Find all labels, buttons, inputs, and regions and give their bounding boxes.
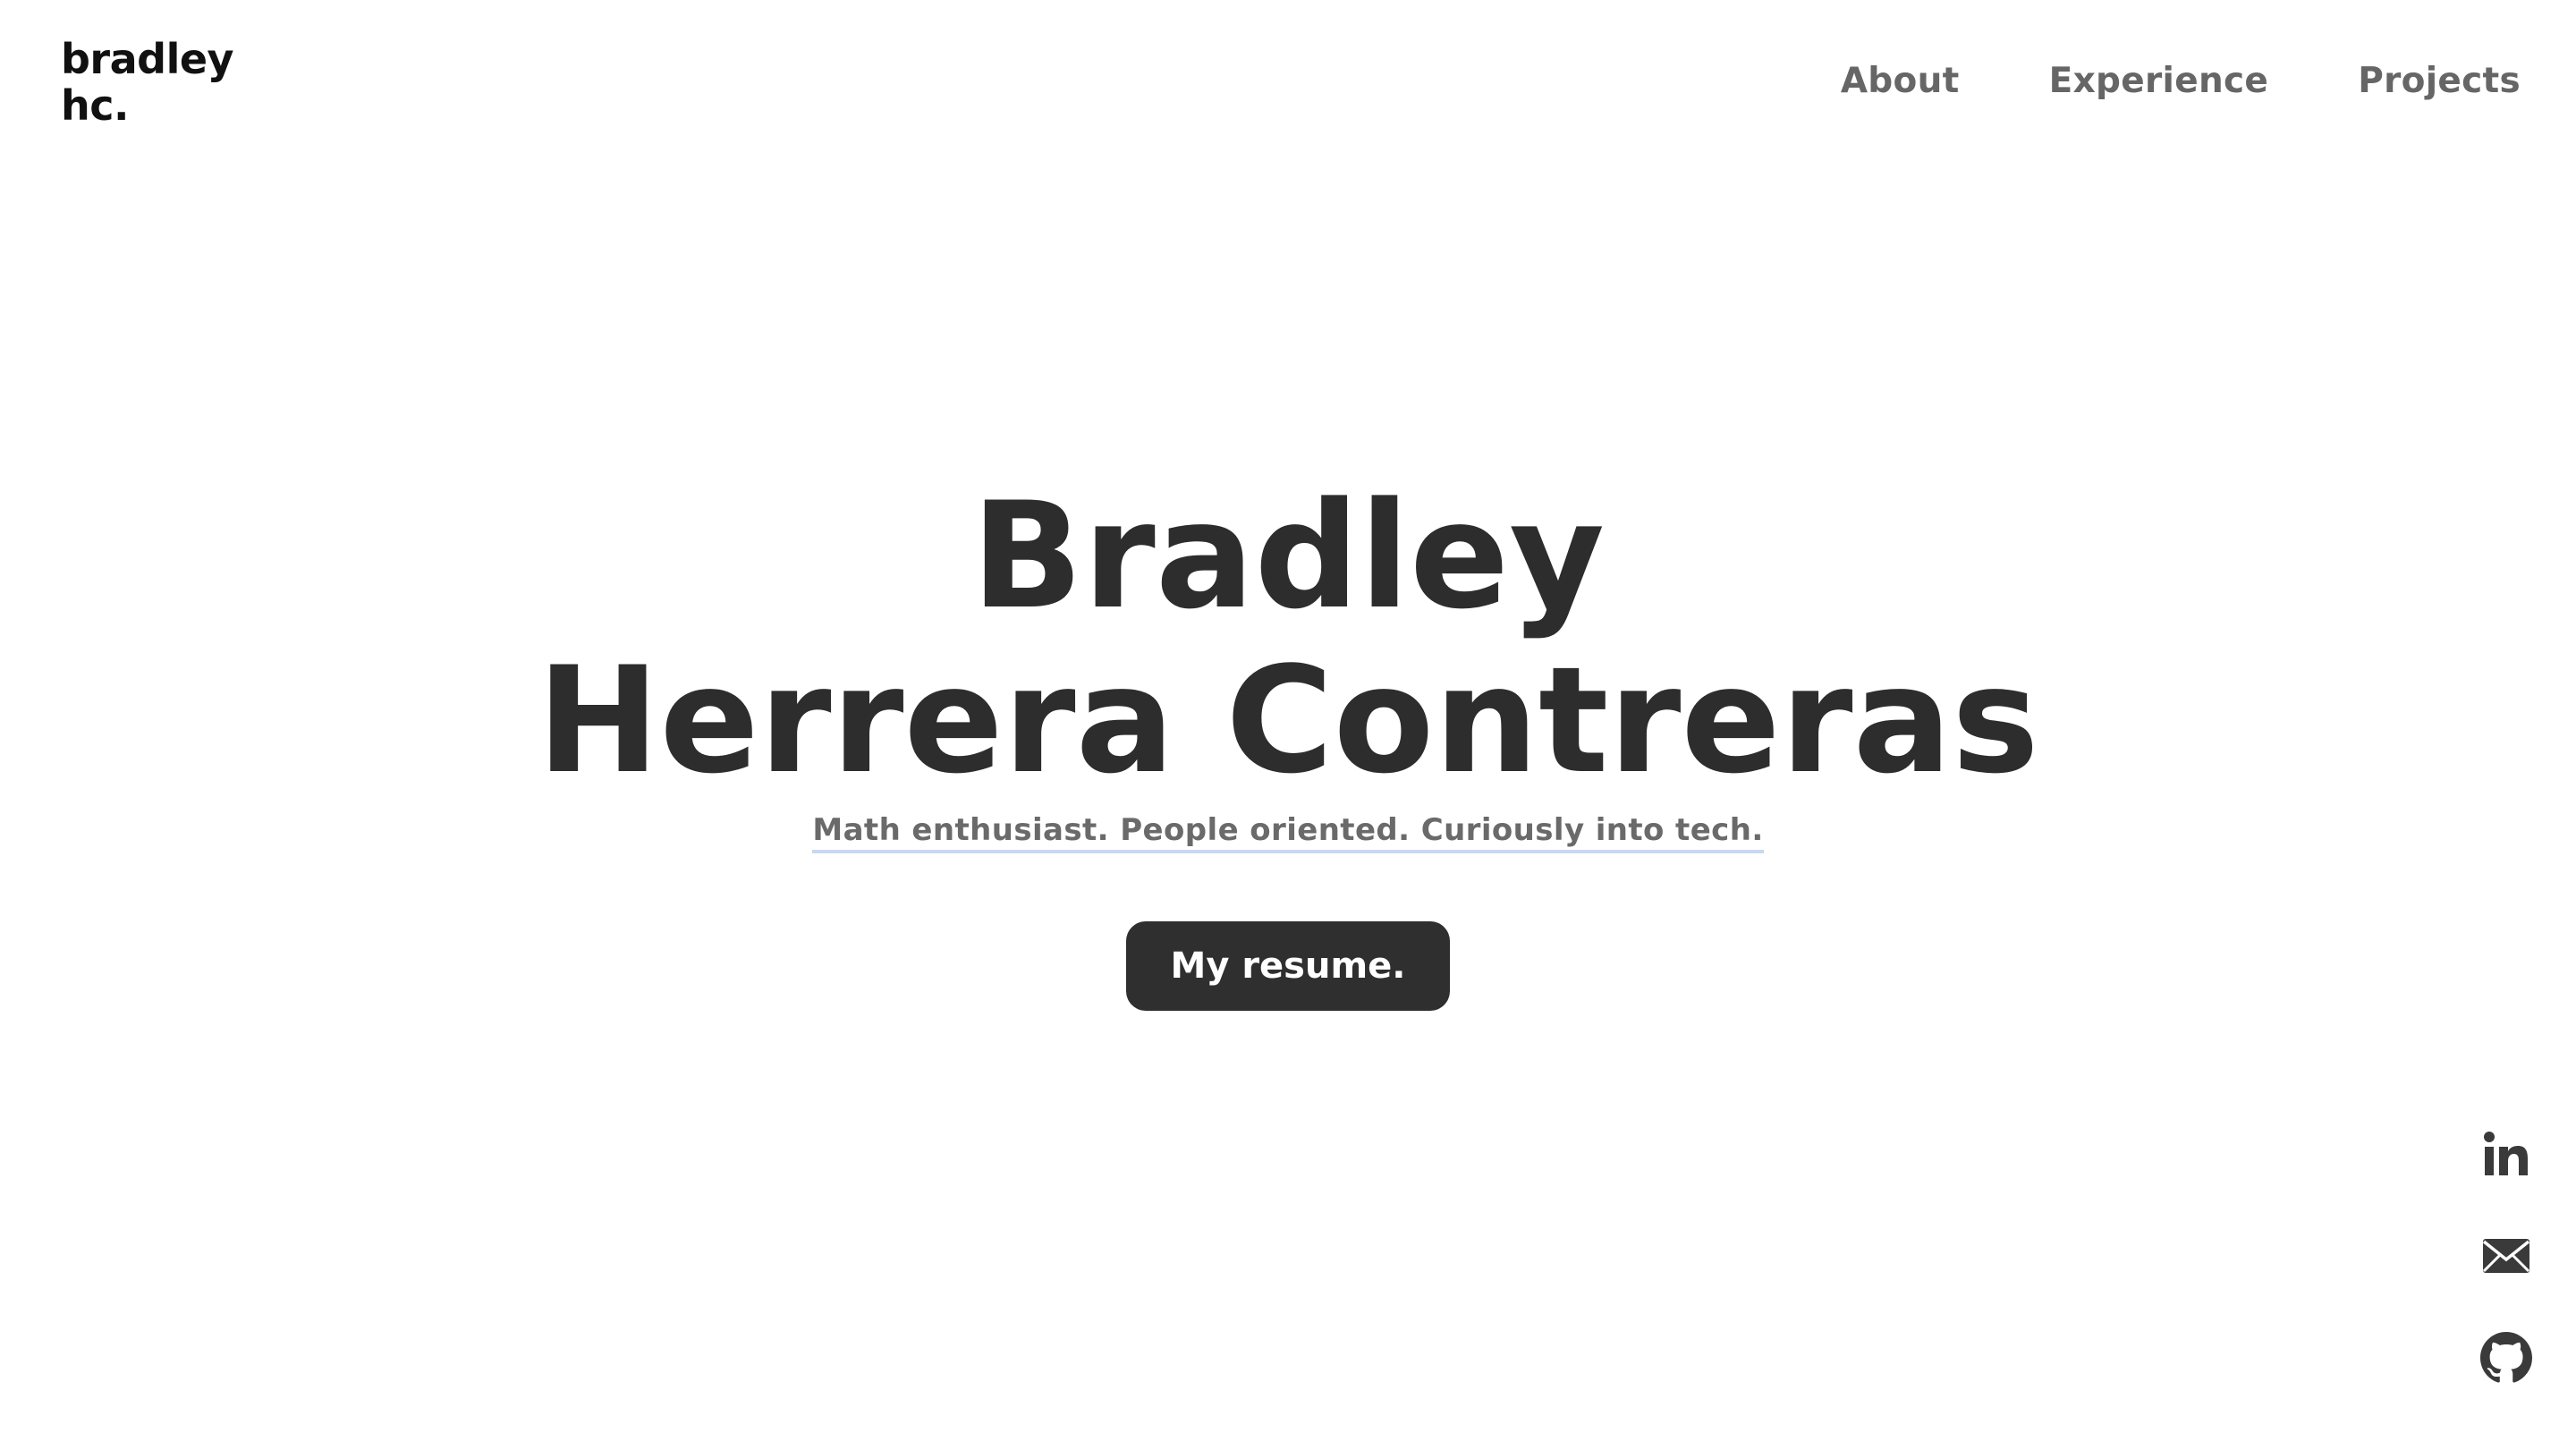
- main-nav: About Experience Projects: [1841, 61, 2521, 101]
- nav-about-link[interactable]: About: [1841, 61, 1960, 101]
- resume-button-wrapper: My resume.: [0, 921, 2576, 1011]
- hero-name-line-2: Herrera Contreras: [537, 635, 2039, 806]
- logo-line-1: bradley: [61, 35, 234, 83]
- hero-name-line-1: Bradley: [970, 471, 1606, 641]
- hero-section: Bradley Herrera Contreras Math enthusias…: [0, 474, 2576, 853]
- hero-tagline: Math enthusiast. People oriented. Curiou…: [812, 812, 1764, 853]
- social-links: [2479, 1127, 2533, 1433]
- hero-name: Bradley Herrera Contreras: [0, 474, 2576, 803]
- logo-line-2: hc.: [61, 81, 130, 130]
- nav-experience-link[interactable]: Experience: [2049, 61, 2269, 101]
- site-logo[interactable]: bradley hc.: [61, 35, 234, 130]
- mail-icon[interactable]: [2479, 1229, 2533, 1283]
- resume-button[interactable]: My resume.: [1126, 921, 1450, 1011]
- github-icon[interactable]: [2479, 1331, 2533, 1385]
- linkedin-icon[interactable]: [2479, 1127, 2533, 1181]
- nav-projects-link[interactable]: Projects: [2358, 61, 2521, 101]
